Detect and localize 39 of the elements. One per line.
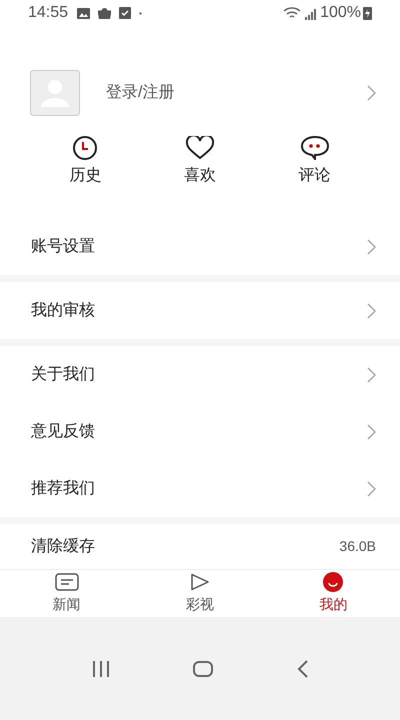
dot-icon: [139, 12, 142, 14]
checkbox-icon: [119, 7, 132, 19]
menu-item[interactable]: 关于我们: [0, 346, 400, 403]
menu-item[interactable]: 清除缓存 36.0B: [0, 524, 400, 569]
chevron-icon: [367, 302, 376, 318]
profile-row[interactable]: 登录/注册: [0, 70, 400, 116]
news-icon: [54, 573, 79, 591]
play-icon: [190, 573, 210, 591]
menu-item[interactable]: 我的审核: [0, 282, 400, 339]
back-icon[interactable]: [296, 660, 308, 678]
signal-icon: [305, 9, 318, 20]
speech-bubble-icon: [300, 136, 329, 160]
chevron-icon: [367, 424, 376, 440]
clock-icon: [72, 136, 98, 160]
cache-size: 36.0B: [339, 537, 376, 556]
avatar-icon: [30, 70, 80, 116]
menu-item[interactable]: 推荐我们: [0, 460, 400, 517]
battery-percent: 100%: [320, 3, 361, 23]
home-icon[interactable]: [192, 660, 213, 676]
battery-icon: [363, 6, 372, 20]
wifi-icon: [283, 6, 302, 20]
clock: 14:55: [28, 3, 68, 23]
chevron-icon: [367, 85, 376, 101]
like-button[interactable]: 喜欢: [142, 136, 258, 188]
tab[interactable]: 彩视: [133, 570, 267, 617]
chevron-icon: [367, 366, 376, 382]
recent-apps-icon[interactable]: [92, 660, 110, 676]
comment-button[interactable]: 评论: [257, 136, 372, 188]
chevron-icon: [367, 238, 376, 254]
bag-icon: [98, 7, 112, 19]
login-link: 登录/注册: [106, 82, 176, 103]
tab[interactable]: 我的: [266, 570, 400, 617]
image-icon: [77, 8, 90, 18]
history-button[interactable]: 历史: [28, 136, 143, 188]
tab[interactable]: 新闻: [0, 570, 134, 617]
smiley-icon: [323, 572, 344, 592]
menu-item[interactable]: 意见反馈: [0, 403, 400, 460]
heart-icon: [186, 136, 214, 160]
chevron-icon: [367, 480, 376, 496]
